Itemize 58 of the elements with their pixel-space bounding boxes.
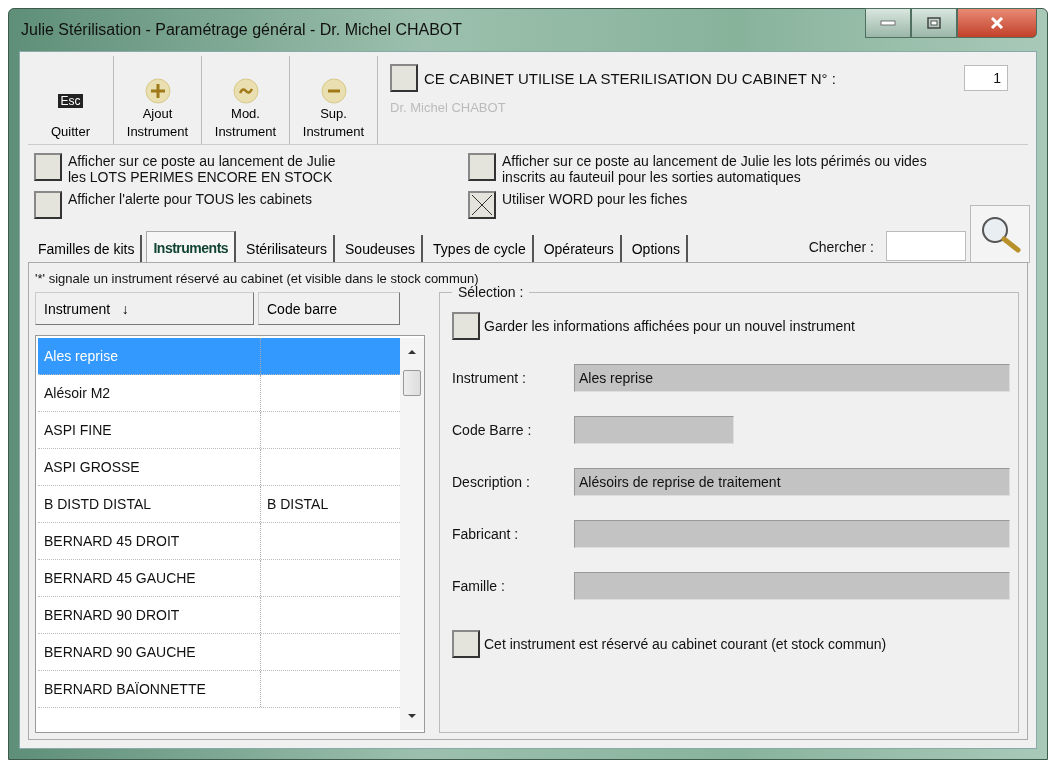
maximize-button[interactable] [911, 8, 957, 38]
table-cell: ASPI FINE [38, 412, 261, 448]
field-label: Fabricant : [452, 526, 520, 542]
table-cell: BERNARD BAÏONNETTE [38, 671, 261, 707]
close-icon [989, 17, 1005, 29]
search-label: Chercher : [808, 239, 874, 255]
tilde-icon [232, 78, 259, 104]
option-label: Afficher sur ce poste au lancement de Julie les LOTS PERIMES ENCORE EN STOCK [68, 153, 336, 185]
table-cell: BERNARD 90 DROIT [38, 597, 261, 633]
keep-info-label: Garder les informations affichées pour un nouvel instrument [484, 318, 855, 334]
input-field[interactable] [574, 520, 1010, 548]
checkbox[interactable] [34, 191, 62, 219]
checkbox[interactable] [452, 630, 480, 658]
minus-icon [320, 78, 347, 104]
minimize-icon [880, 20, 896, 26]
field-label: Famille : [452, 578, 506, 594]
table-cell-text: B DISTAL [266, 495, 330, 514]
table-cell: ASPI GROSSE [38, 449, 261, 485]
field-label: Code Barre : [452, 422, 533, 438]
field-label: Instrument : [452, 370, 527, 386]
tab[interactable]: Instruments [146, 231, 237, 263]
input-field[interactable] [574, 416, 734, 444]
cabinet-label: CE CABINET UTILISE LA STERILISATION DU CABINET N° : [424, 69, 837, 87]
input-field[interactable]: Ales reprise [574, 364, 1010, 392]
scroll-thumb[interactable] [403, 370, 421, 396]
table-cell: BERNARD 45 GAUCHE [38, 560, 261, 596]
reserved-label: Cet instrument est réservé au cabinet courant (et stock commun) [484, 636, 887, 652]
checkbox[interactable] [390, 64, 418, 92]
selection-legend: Sélection : [452, 284, 530, 300]
column-header[interactable]: Instrument ↓ [35, 292, 254, 325]
input-field[interactable]: Alésoirs de reprise de traitement [574, 468, 1010, 496]
window-title: Julie Stérilisation - Paramétrage général - Dr. Michel CHABOT [20, 21, 463, 39]
checkbox[interactable] [468, 191, 496, 219]
table-cell: Ales reprise [38, 338, 261, 374]
minimize-button[interactable] [865, 8, 911, 38]
table-cell: Alésoir M2 [38, 375, 261, 411]
close-button[interactable] [957, 8, 1037, 38]
column-header[interactable]: Code barre [258, 292, 400, 325]
option-label: Utiliser WORD pour les fiches [502, 191, 688, 207]
cabinet-number-field[interactable]: 1 [964, 65, 1008, 91]
checkbox[interactable] [34, 153, 62, 181]
option-label: Afficher sur ce poste au lancement de Julie les lots périmés ou vides inscrits au fauteuil pour les sorties automatiques [502, 153, 927, 185]
note-text: '*' signale un instrument réservé au cabinet (et visible dans le stock commun) [35, 271, 479, 286]
scroll-down-icon[interactable] [407, 712, 417, 720]
scrollbar[interactable] [400, 338, 424, 730]
scroll-up-icon[interactable] [407, 348, 417, 356]
option-label: Afficher l'alerte pour TOUS les cabinets [68, 191, 312, 207]
search-field[interactable] [886, 231, 966, 261]
checkbox[interactable] [468, 153, 496, 181]
checkbox[interactable] [452, 312, 480, 340]
field-label: Description : [452, 474, 531, 490]
table-cell: BERNARD 45 DROIT [38, 523, 261, 559]
plus-icon [144, 78, 171, 104]
table-cell: B DISTD DISTAL [38, 486, 261, 522]
search-button[interactable] [970, 205, 1030, 263]
maximize-icon [927, 17, 941, 29]
table-cell: BERNARD 90 GAUCHE [38, 634, 261, 670]
input-field[interactable] [574, 572, 1010, 600]
